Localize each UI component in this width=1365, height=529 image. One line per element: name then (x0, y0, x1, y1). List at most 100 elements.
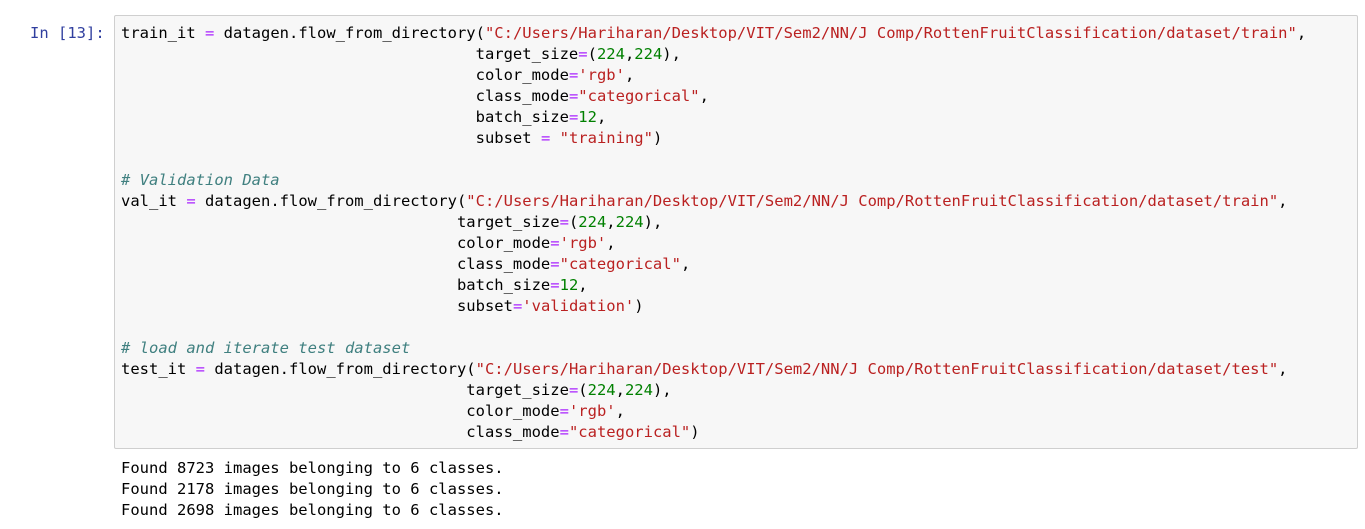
code-token: subset (121, 297, 513, 315)
code-token: class_mode (121, 423, 560, 441)
code-token: 'validation' (522, 297, 635, 315)
code-token: class_mode (121, 255, 551, 273)
code-cell-input[interactable]: train_it = datagen.flow_from_directory("… (114, 15, 1358, 449)
code-token: = (186, 192, 196, 210)
code-token: , (624, 45, 635, 63)
output-line: Found 2178 images belonging to 6 classes… (121, 480, 504, 498)
code-line: test_it = datagen.flow_from_directory("C… (121, 359, 1306, 380)
code-token: = (540, 129, 551, 147)
code-token: "C:/Users/Hariharan/Desktop/VIT/Sem2/NN/… (466, 192, 1279, 210)
code-line: class_mode="categorical", (121, 86, 1306, 107)
code-token: "C:/Users/Hariharan/Desktop/VIT/Sem2/NN/… (475, 360, 1279, 378)
code-token: target_size (121, 381, 569, 399)
code-token: 224 (634, 45, 663, 63)
code-token: = (512, 297, 523, 315)
code-line: # Validation Data (121, 170, 1306, 191)
code-token: color_mode (121, 402, 560, 420)
code-token: 224 (596, 45, 625, 63)
code-token: test_it (121, 360, 196, 378)
code-token: ) (652, 129, 663, 147)
code-token: = (205, 24, 215, 42)
code-line: class_mode="categorical") (121, 422, 1306, 443)
code-line: target_size=(224,224), (121, 380, 1306, 401)
code-token: 224 (615, 213, 644, 231)
code-token: 'rgb' (578, 66, 625, 84)
code-token: , (1296, 24, 1307, 42)
code-token: "training" (559, 129, 653, 147)
code-token: ) (634, 297, 644, 315)
code-token: = (568, 87, 579, 105)
code-token: ( (568, 213, 579, 231)
code-token: , (699, 87, 709, 105)
code-token: 'rgb' (559, 234, 607, 252)
code-token: = (559, 402, 569, 420)
code-token: 12 (578, 108, 597, 126)
code-line: val_it = datagen.flow_from_directory("C:… (121, 191, 1306, 212)
code-token: , (596, 108, 607, 126)
code-token: ) (690, 423, 700, 441)
code-token: ), (643, 213, 663, 231)
code-token: batch_size (121, 276, 551, 294)
code-token: ( (587, 45, 597, 63)
code-token: ), (662, 45, 681, 63)
code-line: batch_size=12, (121, 275, 1306, 296)
output-line: Found 2698 images belonging to 6 classes… (121, 501, 504, 519)
code-token: = (559, 213, 569, 231)
code-token: 224 (578, 213, 607, 231)
code-line: class_mode="categorical", (121, 254, 1306, 275)
code-token: = (195, 360, 205, 378)
code-token: batch_size (121, 108, 569, 126)
code-token: ), (652, 381, 672, 399)
code-token: subset (121, 129, 541, 147)
code-line: # load and iterate test dataset (121, 338, 1306, 359)
code-token: , (606, 234, 616, 252)
output-line: Found 8723 images belonging to 6 classes… (121, 459, 504, 477)
code-line: batch_size=12, (121, 107, 1306, 128)
code-token: , (1278, 192, 1288, 210)
code-token: ( (578, 381, 588, 399)
code-token: datagen.flow_from_directory( (195, 192, 467, 210)
code-line: target_size=(224,224), (121, 212, 1306, 233)
code-token: train_it (121, 24, 205, 42)
code-token: = (550, 234, 560, 252)
code-token: 'rgb' (568, 402, 616, 420)
input-prompt: In [13]: (30, 24, 105, 42)
code-token: # Validation Data (121, 171, 280, 189)
code-token: target_size (121, 45, 579, 63)
code-token: "categorical" (578, 87, 700, 105)
code-token: , (578, 276, 588, 294)
code-token: target_size (121, 213, 560, 231)
code-line: color_mode='rgb', (121, 401, 1306, 422)
code-token: 224 (587, 381, 616, 399)
code-token: "categorical" (568, 423, 691, 441)
code-token: color_mode (121, 234, 551, 252)
code-token: val_it (121, 192, 187, 210)
code-token: # load and iterate test dataset (121, 339, 411, 357)
code-token: , (615, 402, 625, 420)
code-token: datagen.flow_from_directory( (205, 360, 476, 378)
code-token: = (550, 276, 560, 294)
cell-output: Found 8723 images belonging to 6 classes… (121, 458, 504, 521)
code-token: , (624, 66, 635, 84)
code-token: 12 (559, 276, 579, 294)
code-token: 224 (624, 381, 653, 399)
code-token: "categorical" (559, 255, 681, 273)
code-token: , (615, 381, 625, 399)
code-editor[interactable]: train_it = datagen.flow_from_directory("… (121, 23, 1306, 443)
code-token: = (568, 108, 579, 126)
code-line: subset = "training") (121, 128, 1306, 149)
code-token: = (550, 255, 560, 273)
code-token: , (680, 255, 691, 273)
code-token: = (568, 381, 579, 399)
code-token: , (1278, 360, 1288, 378)
code-line: color_mode='rgb', (121, 233, 1306, 254)
code-token: "C:/Users/Hariharan/Desktop/VIT/Sem2/NN/… (484, 24, 1297, 42)
code-token: color_mode (121, 66, 569, 84)
code-token: class_mode (121, 87, 569, 105)
code-line: target_size=(224,224), (121, 44, 1306, 65)
code-line: color_mode='rgb', (121, 65, 1306, 86)
code-token: = (578, 45, 588, 63)
code-line: train_it = datagen.flow_from_directory("… (121, 23, 1306, 44)
